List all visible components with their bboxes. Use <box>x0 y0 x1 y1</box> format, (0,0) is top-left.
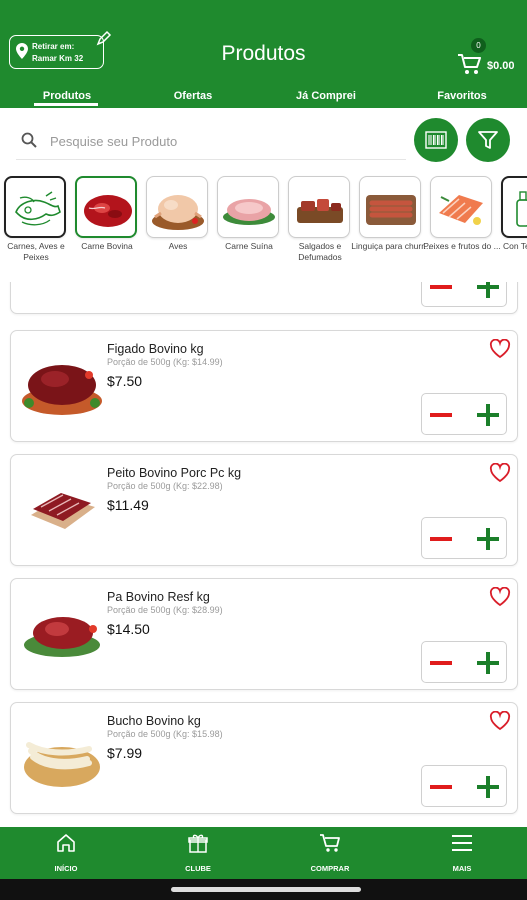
search-icon <box>21 132 37 148</box>
product-card[interactable]: Pa Bovino Resf kg Porção de 500g (Kg: $2… <box>10 578 518 690</box>
nav-label: COMPRAR <box>310 864 350 873</box>
sausage-icon <box>366 195 416 225</box>
product-card[interactable]: Figado Bovino kg Porção de 500g (Kg: $14… <box>10 330 518 442</box>
home-icon <box>57 834 75 852</box>
product-name: Pa Bovino Resf kg <box>107 590 210 604</box>
nav-inicio[interactable]: INÍCIO <box>21 827 111 879</box>
system-navigation-bar <box>0 879 527 900</box>
product-price: $7.99 <box>107 745 143 761</box>
category-label: Con Ter <box>503 241 527 251</box>
tab-produtos[interactable]: Produtos <box>27 90 107 102</box>
page-title: Produtos <box>221 42 306 65</box>
pork-icon <box>223 199 275 225</box>
category-thumb <box>430 176 492 238</box>
decrease-quantity-icon <box>430 285 452 289</box>
favorite-heart-icon[interactable] <box>489 587 511 607</box>
filter-button[interactable] <box>466 118 510 162</box>
bottom-navigation: INÍCIO CLUBE COMPRAR MAIS <box>0 827 527 879</box>
minus-icon <box>430 413 452 417</box>
category-thumb <box>501 176 527 238</box>
quantity-stepper[interactable] <box>421 282 507 307</box>
nav-label: CLUBE <box>185 864 211 873</box>
quantity-stepper[interactable] <box>421 517 507 559</box>
nav-label: INÍCIO <box>54 864 78 873</box>
category-label: Carnes, Aves e Peixes <box>7 241 65 262</box>
category-label: Carne Bovina <box>81 241 133 251</box>
category-thumb <box>288 176 350 238</box>
barcode-icon <box>425 131 447 149</box>
beef-icon <box>84 195 132 227</box>
cart-icon <box>320 834 340 852</box>
category-thumb <box>75 176 137 238</box>
nav-mais[interactable]: MAIS <box>417 827 507 879</box>
category-label: Linguiça para churr... <box>351 241 431 251</box>
filter-icon <box>478 131 498 149</box>
product-portion: Porção de 500g (Kg: $22.98) <box>107 481 223 491</box>
minus-icon <box>430 537 452 541</box>
tab-ja-comprei[interactable]: Já Comprei <box>284 90 368 102</box>
search-input[interactable] <box>50 130 400 152</box>
product-image <box>24 617 100 657</box>
nav-label: MAIS <box>452 864 472 873</box>
category-carousel[interactable]: Carnes, Aves e Peixes Carne Bovina Aves … <box>0 172 527 282</box>
product-card[interactable]: Bucho Bovino kg Porção de 500g (Kg: $15.… <box>10 702 518 814</box>
product-image <box>22 365 102 415</box>
quantity-stepper[interactable] <box>421 765 507 807</box>
cart-total[interactable]: $0.00 <box>487 60 515 72</box>
category-label: Carne Suína <box>225 241 273 251</box>
app-header: Retirar em: Ramar Km 32 Produtos 0 $0.00… <box>0 0 527 108</box>
home-gesture-handle[interactable] <box>171 887 361 892</box>
nav-comprar[interactable]: COMPRAR <box>285 827 375 879</box>
favorite-heart-icon[interactable] <box>489 339 511 359</box>
cart-count-badge: 0 <box>471 38 486 53</box>
quantity-stepper[interactable] <box>421 641 507 683</box>
search-bar <box>16 124 406 160</box>
category-thumb <box>4 176 66 238</box>
product-name: Figado Bovino kg <box>107 342 204 356</box>
product-image <box>24 742 100 787</box>
product-portion: Porção de 500g (Kg: $14.99) <box>107 357 223 367</box>
tab-ofertas[interactable]: Ofertas <box>153 90 233 102</box>
product-price: $14.50 <box>107 621 150 637</box>
tab-favoritos[interactable]: Favoritos <box>422 90 502 102</box>
smoked-meat-icon <box>297 199 343 223</box>
condiment-icon <box>516 191 527 227</box>
product-portion: Porção de 500g (Kg: $28.99) <box>107 605 223 615</box>
category-thumb <box>146 176 208 238</box>
product-image <box>31 493 95 529</box>
active-tab-indicator <box>34 103 98 106</box>
product-price: $11.49 <box>107 497 149 513</box>
category-thumb <box>359 176 421 238</box>
product-portion: Porção de 500g (Kg: $15.98) <box>107 729 223 739</box>
category-label: Peixes e frutos do ... <box>423 241 501 251</box>
menu-icon <box>452 835 472 851</box>
product-name: Peito Bovino Porc Pc kg <box>107 466 242 480</box>
favorite-heart-icon[interactable] <box>489 463 511 483</box>
product-name: Bucho Bovino kg <box>107 714 201 728</box>
product-price: $7.50 <box>107 373 143 389</box>
fish-icon <box>439 195 483 225</box>
quantity-stepper[interactable] <box>421 393 507 435</box>
product-card-previous <box>10 282 518 314</box>
category-label: Aves <box>168 241 188 251</box>
category-thumb <box>217 176 279 238</box>
nav-clube[interactable]: CLUBE <box>153 827 243 879</box>
product-list[interactable]: Figado Bovino kg Porção de 500g (Kg: $14… <box>0 282 527 827</box>
cart-icon[interactable] <box>457 53 481 75</box>
barcode-scan-button[interactable] <box>414 118 458 162</box>
chicken-icon <box>152 195 204 230</box>
gift-icon <box>188 834 208 853</box>
minus-icon <box>430 785 452 789</box>
meat-poultry-fish-icon <box>15 191 61 226</box>
product-card[interactable]: Peito Bovino Porc Pc kg Porção de 500g (… <box>10 454 518 566</box>
category-label: Salgados e Defumados <box>298 241 342 262</box>
favorite-heart-icon[interactable] <box>489 711 511 731</box>
minus-icon <box>430 661 452 665</box>
